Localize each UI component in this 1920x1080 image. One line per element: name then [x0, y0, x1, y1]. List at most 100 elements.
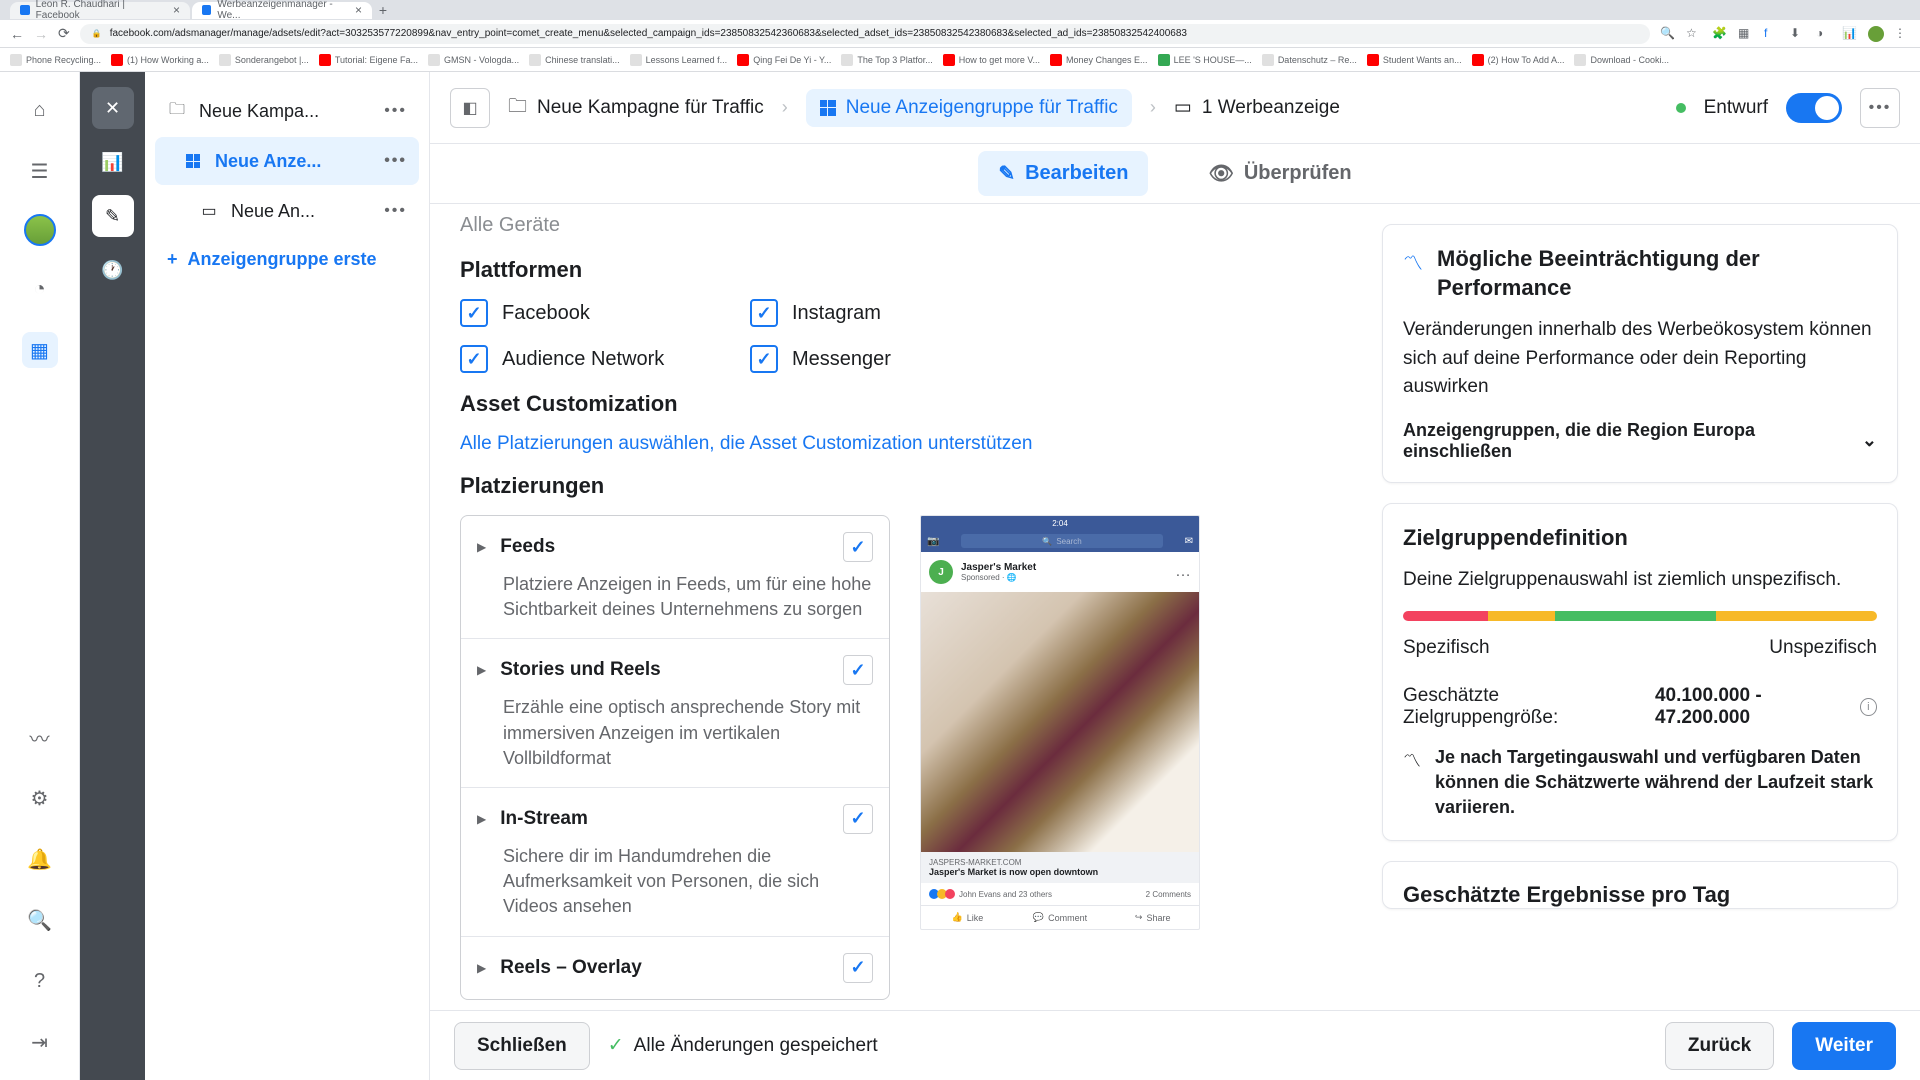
checkbox-checked-icon[interactable]: ✓ [843, 953, 873, 983]
bookmark[interactable]: Money Changes E... [1050, 54, 1148, 66]
zoom-icon[interactable]: 🔍 [1660, 26, 1676, 42]
share-button: ↪Share [1106, 906, 1199, 929]
search-icon[interactable]: 🔍 [22, 902, 58, 938]
more-icon[interactable]: ••• [384, 102, 407, 120]
publish-toggle[interactable] [1786, 93, 1842, 123]
bookmark[interactable]: Datenschutz – Re... [1262, 54, 1357, 66]
chevron-right-icon: › [1150, 97, 1156, 118]
reload-icon[interactable]: ⟳ [58, 25, 70, 42]
platform-audience-network[interactable]: ✓Audience Network [460, 345, 740, 373]
checkbox-checked-icon[interactable]: ✓ [750, 345, 778, 373]
tree-ad[interactable]: ▭ Neue An... ••• [155, 187, 419, 235]
caret-right-icon[interactable]: ▶ [477, 540, 486, 554]
profile-icon[interactable] [1868, 26, 1884, 42]
tree-campaign[interactable]: 🗀 Neue Kampa... ••• [155, 87, 419, 135]
tab-edit[interactable]: ✎Bearbeiten [978, 151, 1148, 196]
panel-toggle-icon[interactable]: ◧ [450, 88, 490, 128]
more-icon[interactable]: ••• [384, 202, 407, 220]
bookmark[interactable]: Sonderangebot |... [219, 54, 309, 66]
back-icon[interactable]: ← [10, 26, 24, 42]
messenger-icon: ✉ [1179, 536, 1199, 547]
extension-icon[interactable]: ◑ [1816, 26, 1832, 42]
browser-tab[interactable]: Werbeanzeigenmanager - We...× [192, 2, 372, 19]
bookmark[interactable]: GMSN - Vologda... [428, 54, 519, 66]
actions-menu[interactable]: ••• [1860, 88, 1900, 128]
menu-icon[interactable]: ⋮ [1894, 26, 1910, 42]
extension-icon[interactable]: ⬇ [1790, 26, 1806, 42]
bookmark[interactable]: (1) How Working a... [111, 54, 209, 66]
extension-icon[interactable]: 🧩 [1712, 26, 1728, 42]
add-adset-button[interactable]: + Anzeigengruppe erste [155, 237, 419, 282]
checkbox-checked-icon[interactable]: ✓ [460, 345, 488, 373]
grid-icon[interactable]: ▦ [22, 332, 58, 368]
breadcrumb-ad[interactable]: ▭1 Werbeanzeige [1174, 96, 1340, 119]
placement-stories[interactable]: ▶Stories und Reels✓ Erzähle eine optisch… [461, 639, 889, 788]
chart-icon[interactable]: 📊 [92, 141, 134, 183]
placement-instream[interactable]: ▶In-Stream✓ Sichere dir im Handumdrehen … [461, 788, 889, 937]
bookmark[interactable]: The Top 3 Platfor... [841, 54, 932, 66]
address-bar[interactable]: 🔒facebook.com/adsmanager/manage/adsets/e… [80, 24, 1650, 44]
checkbox-checked-icon[interactable]: ✓ [843, 532, 873, 562]
browser-tab[interactable]: Leon R. Chaudhari | Facebook× [10, 2, 190, 19]
bookmark[interactable]: Tutorial: Eigene Fa... [319, 54, 418, 66]
placement-feeds[interactable]: ▶Feeds✓ Platziere Anzeigen in Feeds, um … [461, 516, 889, 639]
checkbox-checked-icon[interactable]: ✓ [843, 804, 873, 834]
bookmark[interactable]: (2) How To Add A... [1472, 54, 1565, 66]
info-icon[interactable]: i [1860, 698, 1877, 716]
help-icon[interactable]: ? [22, 963, 58, 999]
home-icon[interactable]: ⌂ [22, 92, 58, 128]
collapse-icon[interactable]: ⇥ [22, 1024, 58, 1060]
avatar[interactable] [24, 214, 56, 246]
caret-right-icon[interactable]: ▶ [477, 812, 486, 826]
extension-icon[interactable]: ▦ [1738, 26, 1754, 42]
next-button[interactable]: Weiter [1792, 1022, 1896, 1070]
caret-right-icon[interactable]: ▶ [477, 663, 486, 677]
trend-icon: 〽 [1403, 247, 1423, 276]
breadcrumb-adset[interactable]: Neue Anzeigengruppe für Traffic [806, 89, 1132, 127]
star-icon[interactable]: ☆ [1686, 26, 1702, 42]
new-tab-button[interactable]: + [374, 1, 392, 19]
close-icon[interactable]: × [355, 3, 362, 17]
folder-icon: 🗀 [167, 101, 187, 121]
bookmark[interactable]: Chinese translati... [529, 54, 620, 66]
tree-adset[interactable]: Neue Anze... ••• [155, 137, 419, 185]
breadcrumb-campaign[interactable]: 🗀Neue Kampagne für Traffic [508, 92, 764, 124]
bookmark[interactable]: Download - Cooki... [1574, 54, 1669, 66]
close-button[interactable]: Schließen [454, 1022, 590, 1070]
bookmark[interactable]: Lessons Learned f... [630, 54, 728, 66]
placement-reels-overlay[interactable]: ▶Reels – Overlay✓ [461, 937, 889, 999]
bookmark[interactable]: How to get more V... [943, 54, 1040, 66]
phone-status-bar: 2:04 [921, 516, 1199, 530]
close-icon[interactable]: × [173, 3, 180, 17]
platform-facebook[interactable]: ✓Facebook [460, 299, 740, 327]
search-icon: 🔍 [1042, 537, 1052, 546]
gauge-icon[interactable]: ◔ [22, 271, 58, 307]
back-button[interactable]: Zurück [1665, 1022, 1774, 1070]
asset-heading: Asset Customization [460, 391, 1330, 417]
edit-nav-rail: ✕ 📊 ✎ 🕐 [80, 72, 145, 1080]
history-icon[interactable]: 🕐 [92, 249, 134, 291]
bookmark[interactable]: LEE 'S HOUSE—... [1158, 54, 1252, 66]
platform-messenger[interactable]: ✓Messenger [750, 345, 1030, 373]
bookmark[interactable]: Qing Fei De Yi - Y... [737, 54, 831, 66]
forward-icon[interactable]: → [34, 26, 48, 42]
extension-icon[interactable]: 📊 [1842, 26, 1858, 42]
tab-review[interactable]: 👁Überprüfen [1188, 151, 1371, 196]
close-button[interactable]: ✕ [92, 87, 134, 129]
bookmark[interactable]: Student Wants an... [1367, 54, 1462, 66]
menu-icon[interactable]: ☰ [22, 153, 58, 189]
platform-instagram[interactable]: ✓Instagram [750, 299, 1030, 327]
wave-icon[interactable]: 〰 [22, 719, 58, 755]
extension-icon[interactable]: f [1764, 26, 1780, 42]
collapse-row[interactable]: Anzeigengruppen, die die Region Europa e… [1403, 420, 1877, 462]
edit-icon[interactable]: ✎ [92, 195, 134, 237]
bell-icon[interactable]: 🔔 [22, 841, 58, 877]
checkbox-checked-icon[interactable]: ✓ [843, 655, 873, 685]
gear-icon[interactable]: ⚙ [22, 780, 58, 816]
checkbox-checked-icon[interactable]: ✓ [750, 299, 778, 327]
checkbox-checked-icon[interactable]: ✓ [460, 299, 488, 327]
asset-link[interactable]: Alle Platzierungen auswählen, die Asset … [460, 433, 1330, 455]
more-icon[interactable]: ••• [384, 152, 407, 170]
bookmark[interactable]: Phone Recycling... [10, 54, 101, 66]
caret-right-icon[interactable]: ▶ [477, 961, 486, 975]
